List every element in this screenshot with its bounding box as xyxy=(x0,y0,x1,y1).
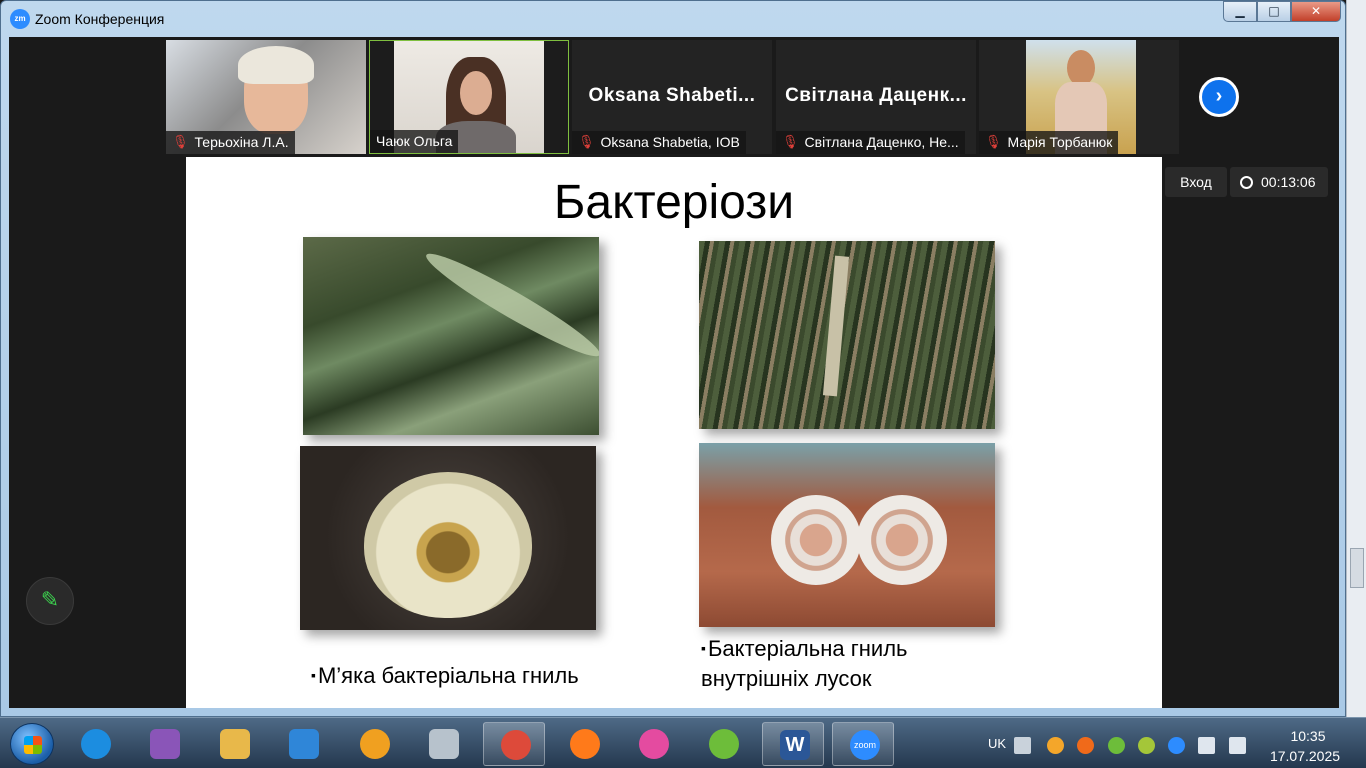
mic-off-icon: 🎙 xyxy=(985,135,1002,150)
photo-onion-field xyxy=(699,241,995,429)
bullet-icon: ▪ xyxy=(311,667,316,683)
internet-explorer-icon xyxy=(81,729,111,759)
media-player-icon xyxy=(289,729,319,759)
participant-tile[interactable]: Світлана Даценк... 🎙 Світлана Даценко, Н… xyxy=(776,40,976,154)
participant-label: Чаюк Ольга xyxy=(370,130,459,153)
taskbar-rainbow-app[interactable] xyxy=(622,722,684,766)
participant-label: 🎙 Oksana Shabetia, IOB xyxy=(572,131,746,154)
calculator-icon xyxy=(429,729,459,759)
annotate-pen-button[interactable]: ✎ xyxy=(26,577,74,625)
taskbar-media-player[interactable] xyxy=(272,722,334,766)
caption-soft-rot: ▪М’яка бактеріальна гниль xyxy=(311,663,579,688)
shared-slide: Бактеріози ▪М’яка бактеріальна гниль ▪Ба… xyxy=(186,157,1162,708)
taskbar-utorrent[interactable] xyxy=(692,722,754,766)
word-icon: W xyxy=(780,730,810,760)
chrome-icon xyxy=(501,730,531,760)
maximize-button[interactable]: □ xyxy=(1257,1,1291,22)
clock-date[interactable]: 17.07.2025 xyxy=(1266,748,1344,764)
participant-name-placeholder: Світлана Даценк... xyxy=(785,85,967,106)
utorrent-icon xyxy=(709,729,739,759)
taskbar-zoom[interactable]: zoom xyxy=(832,722,894,766)
window-title: Zoom Конференция xyxy=(35,11,165,27)
taskbar-internet-explorer[interactable] xyxy=(64,722,126,766)
meeting-timer[interactable]: 00:13:06 xyxy=(1230,167,1328,197)
taskbar-save-disk[interactable] xyxy=(133,722,195,766)
firefox-icon xyxy=(570,729,600,759)
zoom-icon: zoom xyxy=(850,730,880,760)
caption-inner-scale-rot: ▪Бактеріальна гниль внутрішніх лусок xyxy=(701,636,908,691)
rainbow-app-icon xyxy=(639,729,669,759)
zoom-tray-icon[interactable] xyxy=(1168,737,1185,754)
minimize-button[interactable]: ▁ xyxy=(1223,1,1257,22)
next-participants-button[interactable]: › xyxy=(1199,77,1239,117)
participant-label: 🎙 Марія Торбанюк xyxy=(979,131,1119,154)
network-icon[interactable] xyxy=(1229,737,1246,754)
window-controls: ▁ □ ✕ xyxy=(1223,1,1341,22)
taskbar-firefox[interactable] xyxy=(553,722,615,766)
photo-leek-leaves xyxy=(303,237,599,435)
taskbar-lock-app[interactable] xyxy=(343,722,405,766)
windows-logo-icon xyxy=(24,736,42,754)
taskbar-calculator[interactable] xyxy=(412,722,474,766)
taskbar: W zoom UK 10:35 17.07.2025 xyxy=(0,717,1366,768)
background-window-scrollbar[interactable] xyxy=(1346,0,1366,717)
zoom-window: zm Zoom Конференция ▁ □ ✕ 🎙 Терьохіна Л.… xyxy=(0,0,1346,717)
clock-icon xyxy=(1240,176,1253,189)
floppy-disk-icon xyxy=(150,729,180,759)
photo-onion-soft-rot xyxy=(300,446,596,630)
update-icon[interactable] xyxy=(1047,737,1064,754)
zoom-logo-icon: zm xyxy=(10,9,30,29)
clock-time[interactable]: 10:35 xyxy=(1280,728,1336,744)
participant-label: 🎙 Світлана Даценко, Не... xyxy=(776,131,965,154)
taskbar-chrome[interactable] xyxy=(483,722,545,766)
vhod-button[interactable]: Вход xyxy=(1165,167,1227,197)
close-button[interactable]: ✕ xyxy=(1291,1,1341,22)
participant-tile-active[interactable]: Чаюк Ольга xyxy=(369,40,569,154)
photo-onion-inner-scale-rot xyxy=(699,443,995,627)
volume-muted-icon[interactable] xyxy=(1198,737,1215,754)
folder-icon xyxy=(220,729,250,759)
start-button[interactable] xyxy=(10,723,54,765)
mic-off-icon: 🎙 xyxy=(782,135,799,150)
language-indicator[interactable]: UK xyxy=(988,736,1006,751)
participant-tile[interactable]: 🎙 Терьохіна Л.А. xyxy=(166,40,366,154)
taskbar-word[interactable]: W xyxy=(762,722,824,766)
scrollbar-thumb[interactable] xyxy=(1350,548,1364,588)
bullet-icon: ▪ xyxy=(701,640,706,656)
participant-tile[interactable]: 🎙 Марія Торбанюк xyxy=(979,40,1179,154)
slide-title: Бактеріози xyxy=(553,176,795,229)
avast-icon[interactable] xyxy=(1077,737,1094,754)
participant-label: 🎙 Терьохіна Л.А. xyxy=(166,131,295,154)
meeting-area: 🎙 Терьохіна Л.А. Чаюк Ольга Oksana Shabe… xyxy=(9,37,1339,708)
title-bar[interactable]: zm Zoom Конференция ▁ □ ✕ xyxy=(1,1,1347,37)
keyboard-icon[interactable] xyxy=(1014,737,1031,754)
taskbar-file-explorer[interactable] xyxy=(203,722,265,766)
android-icon[interactable] xyxy=(1138,737,1155,754)
participant-hair xyxy=(238,46,314,84)
participant-name-placeholder: Oksana Shabeti... xyxy=(588,85,756,106)
mic-off-icon: 🎙 xyxy=(172,135,189,150)
lock-app-icon xyxy=(360,729,390,759)
participant-tile[interactable]: Oksana Shabeti... 🎙 Oksana Shabetia, IOB xyxy=(572,40,772,154)
utorrent-tray-icon[interactable] xyxy=(1108,737,1125,754)
mic-off-icon: 🎙 xyxy=(578,135,595,150)
